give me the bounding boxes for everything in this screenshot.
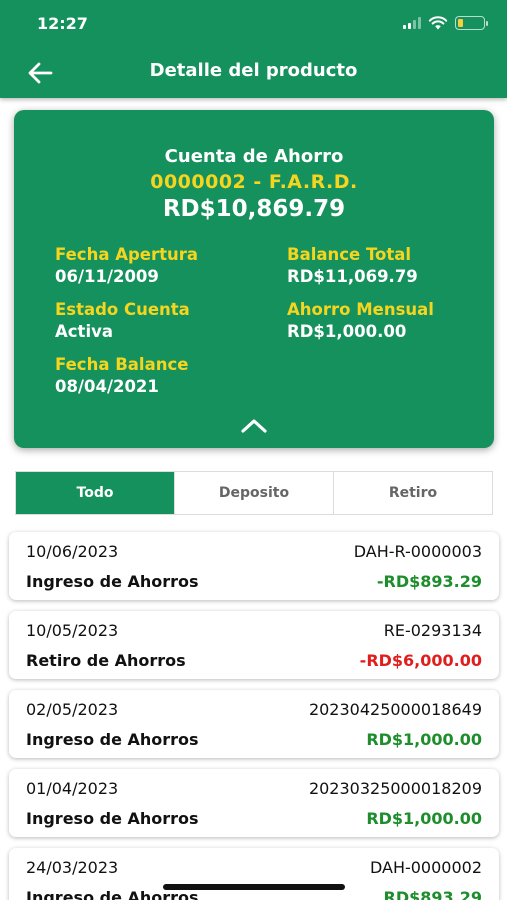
app-header: 12:27 Detalle del producto [0,0,507,98]
account-type: Cuenta de Ahorro [164,146,344,167]
transaction-amount: RD$893.29 [383,888,482,900]
account-status-label: Estado Cuenta [55,300,190,319]
account-balance: RD$10,869.79 [162,196,346,222]
transaction-date: 24/03/2023 [26,858,119,877]
tab-retiro[interactable]: Retiro [334,472,492,514]
transaction-reference: DAH-R-0000003 [353,542,482,561]
transaction-description: Ingreso de Ahorros [26,730,199,749]
page-title: Detalle del producto [149,60,358,81]
tab-todo[interactable]: Todo [16,472,175,514]
total-balance-label: Balance Total [287,245,412,264]
transaction-amount: -RD$6,000.00 [359,651,482,670]
transaction-reference: 20230325000018209 [308,779,482,798]
transaction-amount: RD$1,000.00 [366,809,482,828]
transaction-reference: 20230425000018649 [308,700,482,719]
transaction-amount: -RD$893.29 [376,572,482,591]
monthly-savings-label: Ahorro Mensual [287,300,434,319]
transaction-description: Ingreso de Ahorros [26,809,199,828]
transaction-row[interactable]: 02/05/2023 20230425000018649 Ingreso de Ah… [9,690,499,758]
transaction-row[interactable]: 01/04/2023 20230325000018209 Ingreso de Ah… [9,769,499,837]
transaction-reference: DAH-0000002 [369,858,482,877]
transaction-row[interactable]: 10/05/2023 RE-0293134 Retiro de Ahorros -RD… [9,611,499,679]
home-indicator[interactable] [163,884,345,890]
collapse-details-button[interactable] [238,415,270,437]
transaction-description: Retiro de Ahorros [26,651,186,670]
transaction-row[interactable]: 10/06/2023 DAH-R-0000003 Ingreso de Ahorro… [9,532,499,600]
transaction-description: Ingreso de Ahorros [26,572,199,591]
account-card: Cuenta de Ahorro 0000002 - F.A.R.D. RD$1… [14,110,494,448]
battery-icon [455,16,488,30]
transaction-amount: RD$1,000.00 [366,730,482,749]
wifi-icon [428,16,448,30]
transaction-date: 01/04/2023 [26,779,119,798]
transaction-reference: RE-0293134 [383,621,482,640]
balance-date-label: Fecha Balance [55,355,189,374]
monthly-savings-value: RD$1,000.00 [287,322,407,341]
opening-date-value: 06/11/2009 [55,267,159,286]
filter-tabs: Todo Deposito Retiro [15,471,493,515]
opening-date-label: Fecha Apertura [55,245,199,264]
tab-deposito[interactable]: Deposito [175,472,334,514]
balance-date-value: 08/04/2021 [55,377,159,396]
total-balance-value: RD$11,069.79 [287,267,418,286]
transaction-row[interactable]: 24/03/2023 DAH-0000002 Ingreso de Ahorros R… [9,848,499,900]
status-time: 12:27 [37,14,88,33]
transaction-date: 02/05/2023 [26,700,119,719]
transaction-date: 10/05/2023 [26,621,119,640]
transaction-date: 10/06/2023 [26,542,119,561]
account-status-value: Activa [55,322,113,341]
signal-icon [403,17,421,29]
account-number: 0000002 - F.A.R.D. [150,171,358,193]
status-icons [403,16,488,30]
chevron-up-icon [241,419,267,433]
